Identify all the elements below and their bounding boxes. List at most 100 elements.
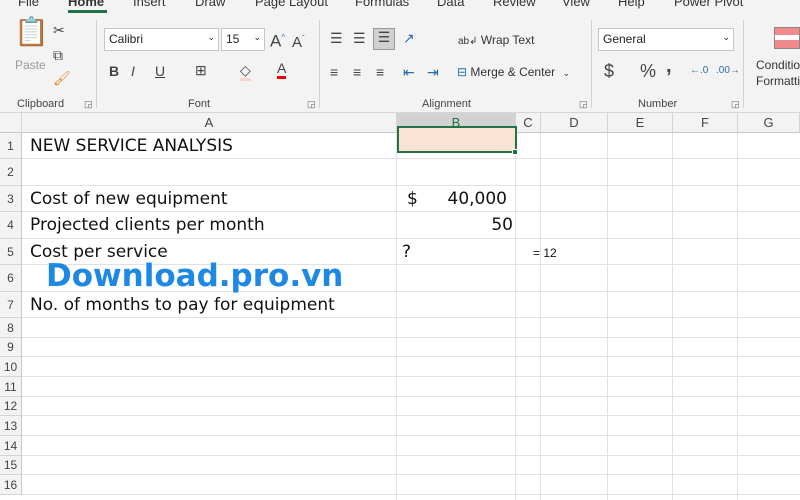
row-header-10[interactable]: 10 xyxy=(0,357,22,377)
merge-center-label: Merge & Center xyxy=(470,65,556,79)
ribbon: File Home Insert Draw Page Layout Formulas Dat… xyxy=(0,0,800,113)
font-size-select[interactable]: 15 ⌄ xyxy=(221,28,265,51)
row-header-9[interactable]: 9 xyxy=(0,338,22,357)
currency-button[interactable]: $ xyxy=(604,62,614,80)
wrap-text-label: Wrap Text xyxy=(480,33,535,47)
cell-A1[interactable]: NEW SERVICE ANALYSIS xyxy=(30,136,233,156)
tab-view[interactable]: View xyxy=(562,0,590,9)
align-right-icon[interactable]: ≡ xyxy=(376,64,384,80)
tab-review[interactable]: Review xyxy=(493,0,536,9)
column-header-D[interactable]: D xyxy=(541,113,608,133)
active-tab-indicator xyxy=(68,10,107,13)
fill-color-icon[interactable]: ◇ xyxy=(240,62,251,81)
row-header-6[interactable]: 6 xyxy=(0,265,22,292)
column-header-G[interactable]: G xyxy=(738,113,800,133)
row-header-15[interactable]: 15 xyxy=(0,456,22,475)
row-header-11[interactable]: 11 xyxy=(0,377,22,397)
gridline xyxy=(22,396,800,397)
align-bottom-icon[interactable]: ☰ xyxy=(373,28,395,50)
font-name-select[interactable]: Calibri ⌄ xyxy=(104,28,219,51)
comma-button[interactable]: , xyxy=(666,56,672,76)
column-header-E[interactable]: E xyxy=(608,113,673,133)
decrease-indent-icon[interactable]: ⇤ xyxy=(403,64,415,80)
conditional-formatting-button[interactable]: Conditio Formattin xyxy=(756,57,800,89)
align-top-icon[interactable]: ☰ xyxy=(330,30,343,46)
gridline xyxy=(22,435,800,436)
font-launcher-icon[interactable]: ◲ xyxy=(307,99,316,110)
cell-A3[interactable]: Cost of new equipment xyxy=(30,189,228,209)
chevron-down-icon: ⌄ xyxy=(207,32,215,42)
column-header-C[interactable]: C xyxy=(516,113,541,133)
tab-file[interactable]: File xyxy=(18,0,39,9)
number-format-value: General xyxy=(603,32,646,46)
number-launcher-icon[interactable]: ◲ xyxy=(731,99,740,110)
row-header-16[interactable]: 16 xyxy=(0,475,22,495)
align-middle-icon[interactable]: ☰ xyxy=(353,30,366,46)
tab-page-layout[interactable]: Page Layout xyxy=(255,0,328,9)
tab-power-pivot[interactable]: Power Pivot xyxy=(674,0,743,9)
alignment-launcher-icon[interactable]: ◲ xyxy=(579,99,588,110)
tab-home[interactable]: Home xyxy=(68,0,104,9)
bold-button[interactable]: B xyxy=(109,63,119,79)
increase-indent-icon[interactable]: ⇥ xyxy=(427,64,439,80)
divider xyxy=(743,20,744,108)
select-all-corner[interactable] xyxy=(0,113,22,133)
tab-formulas[interactable]: Formulas xyxy=(355,0,409,9)
row-header-12[interactable]: 12 xyxy=(0,397,22,416)
chevron-down-icon: ⌄ xyxy=(722,32,730,42)
row-header-7[interactable]: 7 xyxy=(0,292,22,318)
borders-icon[interactable]: ⊞ xyxy=(195,62,207,78)
font-color-icon[interactable]: A xyxy=(277,60,287,79)
row-header-5[interactable]: 5 xyxy=(0,239,22,265)
underline-button[interactable]: U xyxy=(155,63,165,79)
row-header-1[interactable]: 1 xyxy=(0,133,22,159)
chevron-down-icon: ⌄ xyxy=(562,68,570,78)
merge-icon: ⊟ xyxy=(457,65,468,79)
number-format-select[interactable]: General ⌄ xyxy=(598,28,734,51)
decrease-decimal-icon[interactable]: .00→ xyxy=(716,63,740,79)
decrease-font-icon[interactable]: Aˇ xyxy=(292,31,305,51)
divider xyxy=(96,20,97,108)
tab-draw[interactable]: Draw xyxy=(195,0,225,9)
align-left-icon[interactable]: ≡ xyxy=(330,64,338,80)
cell-B3[interactable]: 40,000 xyxy=(448,189,507,209)
copy-icon[interactable]: ⧉ xyxy=(53,47,63,63)
tab-help[interactable]: Help xyxy=(618,0,645,9)
row-header-14[interactable]: 14 xyxy=(0,436,22,456)
row-header-2[interactable]: 2 xyxy=(0,159,22,186)
gridline xyxy=(22,317,800,318)
watermark: Download.pro.vn xyxy=(46,258,344,294)
row-header-8[interactable]: 8 xyxy=(0,318,22,338)
gridline xyxy=(22,211,800,212)
conditional-formatting-icon[interactable] xyxy=(774,27,800,49)
gridline xyxy=(22,185,800,186)
row-header-4[interactable]: 4 xyxy=(0,212,22,239)
align-center-icon[interactable]: ≡ xyxy=(353,64,361,80)
tab-data[interactable]: Data xyxy=(437,0,464,9)
cut-icon[interactable]: ✂ xyxy=(53,22,65,38)
paste-icon[interactable]: 📋 xyxy=(14,18,49,46)
italic-button[interactable]: I xyxy=(131,63,135,79)
cell-B5[interactable]: ? xyxy=(402,242,411,262)
percent-button[interactable]: % xyxy=(640,62,656,80)
increase-font-icon[interactable]: A^ xyxy=(270,30,285,50)
selected-cell-B5[interactable] xyxy=(397,126,517,153)
chevron-down-icon: ⌄ xyxy=(253,32,261,42)
tab-insert[interactable]: Insert xyxy=(133,0,166,9)
column-header-F[interactable]: F xyxy=(673,113,738,133)
paste-button[interactable]: Paste xyxy=(15,58,46,72)
cell-A4[interactable]: Projected clients per month xyxy=(30,215,265,235)
column-header-A[interactable]: A xyxy=(22,113,397,133)
wrap-text-button[interactable]: ab↲ Wrap Text xyxy=(458,33,534,47)
cell-C5-note[interactable]: = 12 xyxy=(533,246,557,260)
increase-decimal-icon[interactable]: ←.0 xyxy=(690,63,708,79)
row-header-13[interactable]: 13 xyxy=(0,416,22,436)
clipboard-launcher-icon[interactable]: ◲ xyxy=(84,99,93,110)
merge-center-button[interactable]: ⊟ Merge & Center ⌄ xyxy=(457,65,570,79)
fill-handle[interactable] xyxy=(512,149,518,155)
cell-B4[interactable]: 50 xyxy=(491,215,513,235)
format-painter-icon[interactable]: 🖌 xyxy=(53,70,71,86)
row-header-3[interactable]: 3 xyxy=(0,186,22,212)
cell-A7[interactable]: No. of months to pay for equipment xyxy=(30,295,335,315)
orientation-icon[interactable]: ↗ xyxy=(403,30,415,46)
